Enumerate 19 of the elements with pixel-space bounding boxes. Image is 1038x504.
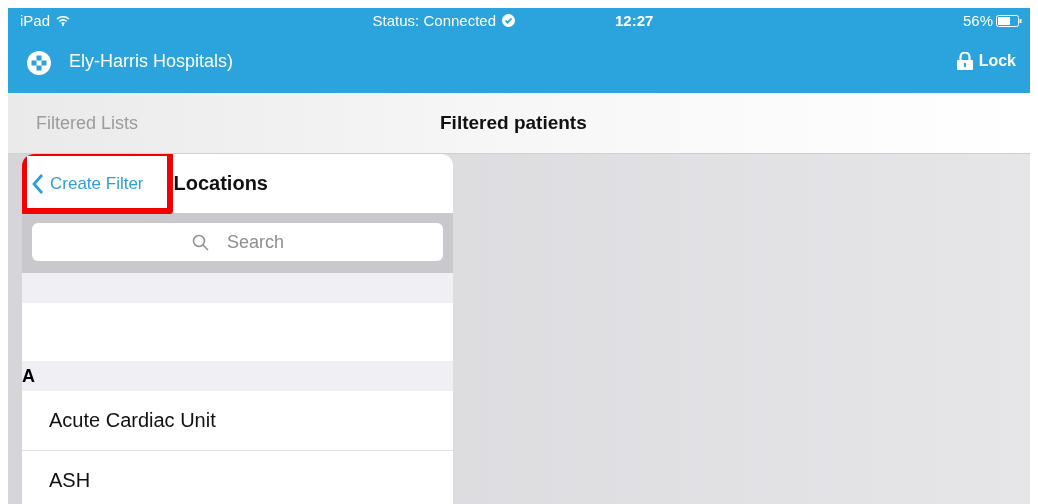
location-row[interactable]: ASH: [22, 451, 453, 504]
hospital-name: Ely-Harris Hospitals): [69, 50, 235, 73]
logo-icon: [27, 50, 51, 75]
battery-icon: [996, 14, 1022, 27]
clock-time: 12:27: [615, 12, 654, 29]
chevron-left-icon: [32, 172, 44, 195]
panel-title: Filtered Lists: [36, 112, 140, 134]
popover-title: Locations: [173, 172, 268, 195]
search-icon: [192, 234, 209, 251]
device-name: iPad: [20, 12, 51, 29]
location-row[interactable]: Acute Cardiac Unit: [22, 391, 453, 451]
wifi-icon: [56, 15, 71, 26]
lock-icon: [956, 51, 973, 70]
check-circle-icon: [502, 14, 515, 27]
connection-status: Status: Connected: [372, 12, 496, 29]
search-field[interactable]: Search: [32, 223, 443, 261]
battery-percent: 56%: [962, 12, 993, 29]
page-title: Filtered patients: [440, 112, 587, 134]
section-header: A: [22, 361, 453, 391]
